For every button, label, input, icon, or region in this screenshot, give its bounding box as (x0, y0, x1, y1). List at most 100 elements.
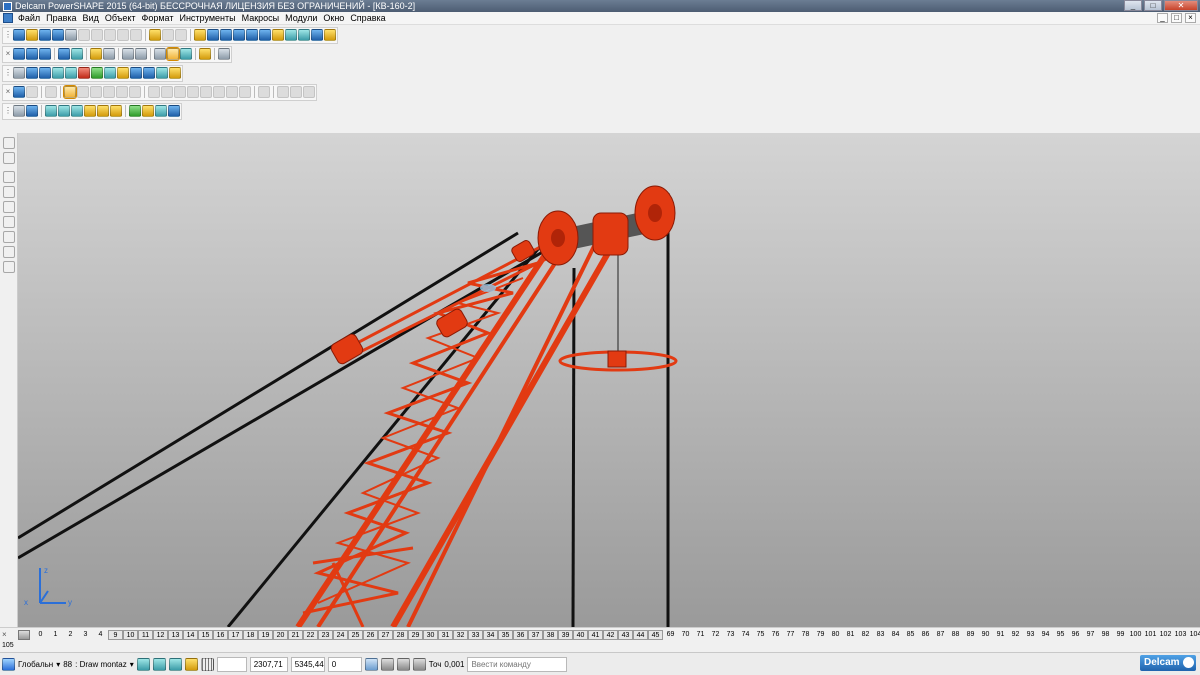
view-iso-icon[interactable] (58, 48, 70, 60)
document-icon-2[interactable] (26, 67, 38, 79)
solid-hole-icon[interactable] (148, 86, 160, 98)
solid-mirror-icon[interactable] (200, 86, 212, 98)
workplane-status-icon[interactable] (2, 657, 15, 671)
workplane-select-icon[interactable] (168, 657, 182, 671)
toolbar-close-icon-2[interactable]: × (4, 86, 12, 98)
toolbar-close-icon[interactable]: × (4, 48, 12, 60)
lights-icon[interactable] (199, 48, 211, 60)
repeat-icon[interactable] (175, 29, 187, 41)
level-button[interactable]: 41 (588, 630, 603, 640)
surface-extend-icon[interactable] (97, 105, 109, 117)
view-top-icon[interactable] (13, 48, 25, 60)
level-button[interactable]: 44 (633, 630, 648, 640)
save-icon[interactable] (52, 29, 64, 41)
surface-icon[interactable] (272, 29, 284, 41)
shaded-wire-icon[interactable] (180, 48, 192, 60)
level-button[interactable]: 30 (423, 630, 438, 640)
select-arrow-icon[interactable] (3, 137, 15, 149)
level-button[interactable]: 90 (978, 630, 993, 640)
level-button[interactable]: 14 (183, 630, 198, 640)
level-button[interactable]: 102 (1158, 630, 1173, 640)
mdi-close-button[interactable]: × (1185, 13, 1196, 23)
level-button[interactable]: 33 (468, 630, 483, 640)
surface-tool-icon[interactable] (3, 231, 15, 243)
level-button[interactable]: 95 (1053, 630, 1068, 640)
level-button[interactable]: 39 (558, 630, 573, 640)
toolbar-grip-2[interactable]: ⋮ (4, 67, 12, 79)
snap-icon[interactable] (184, 657, 198, 671)
grid-icon[interactable] (200, 657, 214, 671)
level-button[interactable]: 20 (273, 630, 288, 640)
units-icon[interactable] (396, 657, 410, 671)
cut-icon[interactable] (78, 29, 90, 41)
solid-rib-icon[interactable] (174, 86, 186, 98)
level-button[interactable]: 45 (648, 630, 663, 640)
maximize-button[interactable]: □ (1144, 0, 1162, 11)
level-button[interactable]: 29 (408, 630, 423, 640)
level-button[interactable]: 99 (1113, 630, 1128, 640)
level-button[interactable]: 28 (393, 630, 408, 640)
level-button[interactable]: 26 (363, 630, 378, 640)
level-button[interactable]: 4 (93, 630, 108, 640)
level-button[interactable]: 36 (513, 630, 528, 640)
zoom-box-icon[interactable] (135, 48, 147, 60)
level-button[interactable]: 94 (1038, 630, 1053, 640)
level-button[interactable]: 35 (498, 630, 513, 640)
measure-icon[interactable] (13, 105, 25, 117)
level-name[interactable]: : Draw montaz (75, 660, 127, 669)
solid-replace-icon[interactable] (239, 86, 251, 98)
dimension-icon[interactable] (311, 29, 323, 41)
solid-cut-icon[interactable] (77, 86, 89, 98)
select-box-icon[interactable] (3, 152, 15, 164)
solid-edit-icon[interactable] (26, 86, 38, 98)
level-button[interactable]: 85 (903, 630, 918, 640)
model-icon[interactable] (13, 67, 25, 79)
level-button[interactable]: 75 (753, 630, 768, 640)
menu-object[interactable]: Объект (102, 12, 139, 25)
level-button[interactable]: 96 (1068, 630, 1083, 640)
solid-history-icon[interactable] (277, 86, 289, 98)
menu-help[interactable]: Справка (347, 12, 388, 25)
level-button[interactable]: 101 (1143, 630, 1158, 640)
level-button[interactable]: 24 (333, 630, 348, 640)
level-button[interactable]: 34 (483, 630, 498, 640)
sphere-icon[interactable] (78, 67, 90, 79)
workplane-icon[interactable] (26, 105, 38, 117)
minimize-button[interactable]: _ (1124, 0, 1142, 11)
coord-y-field[interactable]: 5345,44 (290, 656, 325, 672)
assembly-icon[interactable] (117, 67, 129, 79)
level-button[interactable]: 86 (918, 630, 933, 640)
calculator-icon[interactable] (364, 657, 378, 671)
level-button[interactable]: 100 (1128, 630, 1143, 640)
wireframe-icon[interactable] (154, 48, 166, 60)
level-105[interactable]: 105 (2, 642, 14, 649)
level-bar-close-icon[interactable]: × (2, 630, 7, 639)
command-input[interactable] (467, 656, 568, 672)
toolbar-grip[interactable]: ⋮ (4, 29, 12, 41)
level-button[interactable]: 42 (603, 630, 618, 640)
level-button[interactable]: 78 (798, 630, 813, 640)
solid-rebuild-icon[interactable] (303, 86, 315, 98)
curve-intersect-icon[interactable] (155, 105, 167, 117)
level-button[interactable]: 89 (963, 630, 978, 640)
mdi-minimize-button[interactable]: _ (1157, 13, 1168, 23)
selection-icon[interactable] (194, 29, 206, 41)
solid-shell-icon[interactable] (116, 86, 128, 98)
level-button[interactable]: 79 (813, 630, 828, 640)
level-button[interactable]: 23 (318, 630, 333, 640)
open-recent-icon[interactable] (39, 29, 51, 41)
solid-suppress-icon[interactable] (290, 86, 302, 98)
menu-modules[interactable]: Модули (282, 12, 320, 25)
solid-select-icon[interactable] (63, 85, 77, 99)
solid-chamfer-icon[interactable] (103, 86, 115, 98)
component-icon[interactable] (130, 67, 142, 79)
line-tool-icon[interactable] (3, 186, 15, 198)
level-button[interactable]: 84 (888, 630, 903, 640)
menu-window[interactable]: Окно (320, 12, 347, 25)
dimension-tool-icon[interactable] (3, 261, 15, 273)
level-button[interactable]: 91 (993, 630, 1008, 640)
3d-viewport[interactable]: z x y (18, 133, 1200, 627)
level-button[interactable]: 37 (528, 630, 543, 640)
workplane-edit-icon[interactable] (152, 657, 166, 671)
mdi-restore-button[interactable]: □ (1171, 13, 1182, 23)
